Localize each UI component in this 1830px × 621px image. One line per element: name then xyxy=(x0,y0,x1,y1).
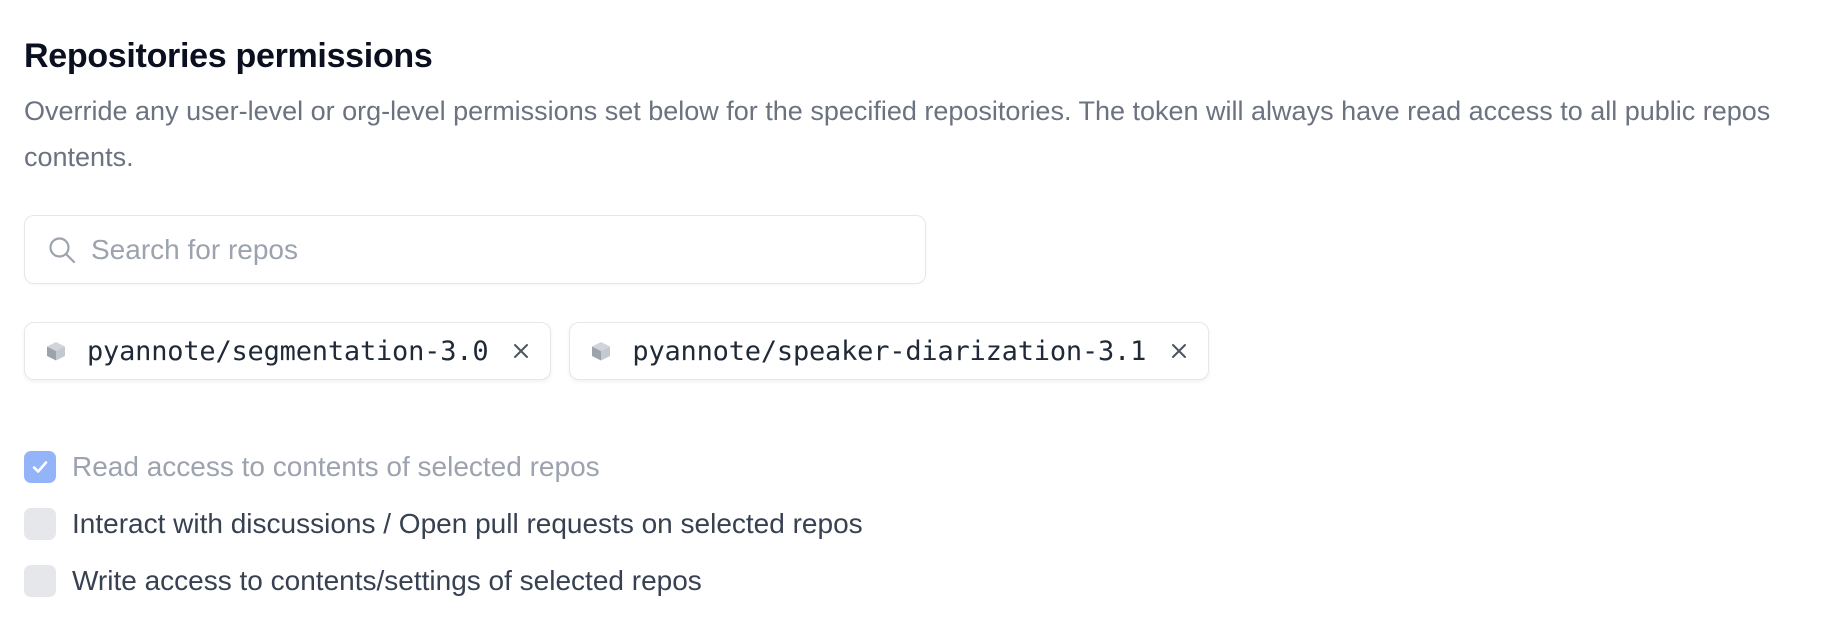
check-icon xyxy=(32,461,48,473)
selected-repo-chip: pyannote/segmentation-3.0 xyxy=(24,322,552,380)
selected-repos-list: pyannote/segmentation-3.0 pyannote/speak… xyxy=(24,322,1210,380)
repo-search-box[interactable] xyxy=(24,215,926,284)
repo-name: pyannote/speaker-diarization-3.1 xyxy=(632,335,1147,367)
permission-options: Read access to contents of selected repo… xyxy=(24,450,863,621)
permission-write-contents: Write access to contents/settings of sel… xyxy=(24,564,863,598)
repositories-permissions-section: Repositories permissions Override any us… xyxy=(24,34,1804,597)
cube-icon xyxy=(45,340,67,362)
discussions-checkbox[interactable] xyxy=(24,508,56,540)
section-title: Repositories permissions xyxy=(24,37,433,75)
selected-repo-chip: pyannote/speaker-diarization-3.1 xyxy=(569,322,1210,380)
cube-icon xyxy=(590,340,612,362)
read-access-label: Read access to contents of selected repo… xyxy=(72,451,600,482)
section-description: Override any user-level or org-level per… xyxy=(24,96,1771,172)
read-access-checkbox[interactable] xyxy=(24,451,56,483)
search-icon xyxy=(47,235,77,265)
close-icon[interactable] xyxy=(1168,340,1190,362)
permission-read-contents: Read access to contents of selected repo… xyxy=(24,450,863,484)
close-icon[interactable] xyxy=(510,340,532,362)
repo-search-input[interactable] xyxy=(91,233,911,266)
write-access-label: Write access to contents/settings of sel… xyxy=(72,565,702,596)
permission-discussions: Interact with discussions / Open pull re… xyxy=(24,507,863,541)
write-access-checkbox[interactable] xyxy=(24,565,56,597)
discussions-label: Interact with discussions / Open pull re… xyxy=(72,508,863,539)
repo-name: pyannote/segmentation-3.0 xyxy=(87,335,489,367)
